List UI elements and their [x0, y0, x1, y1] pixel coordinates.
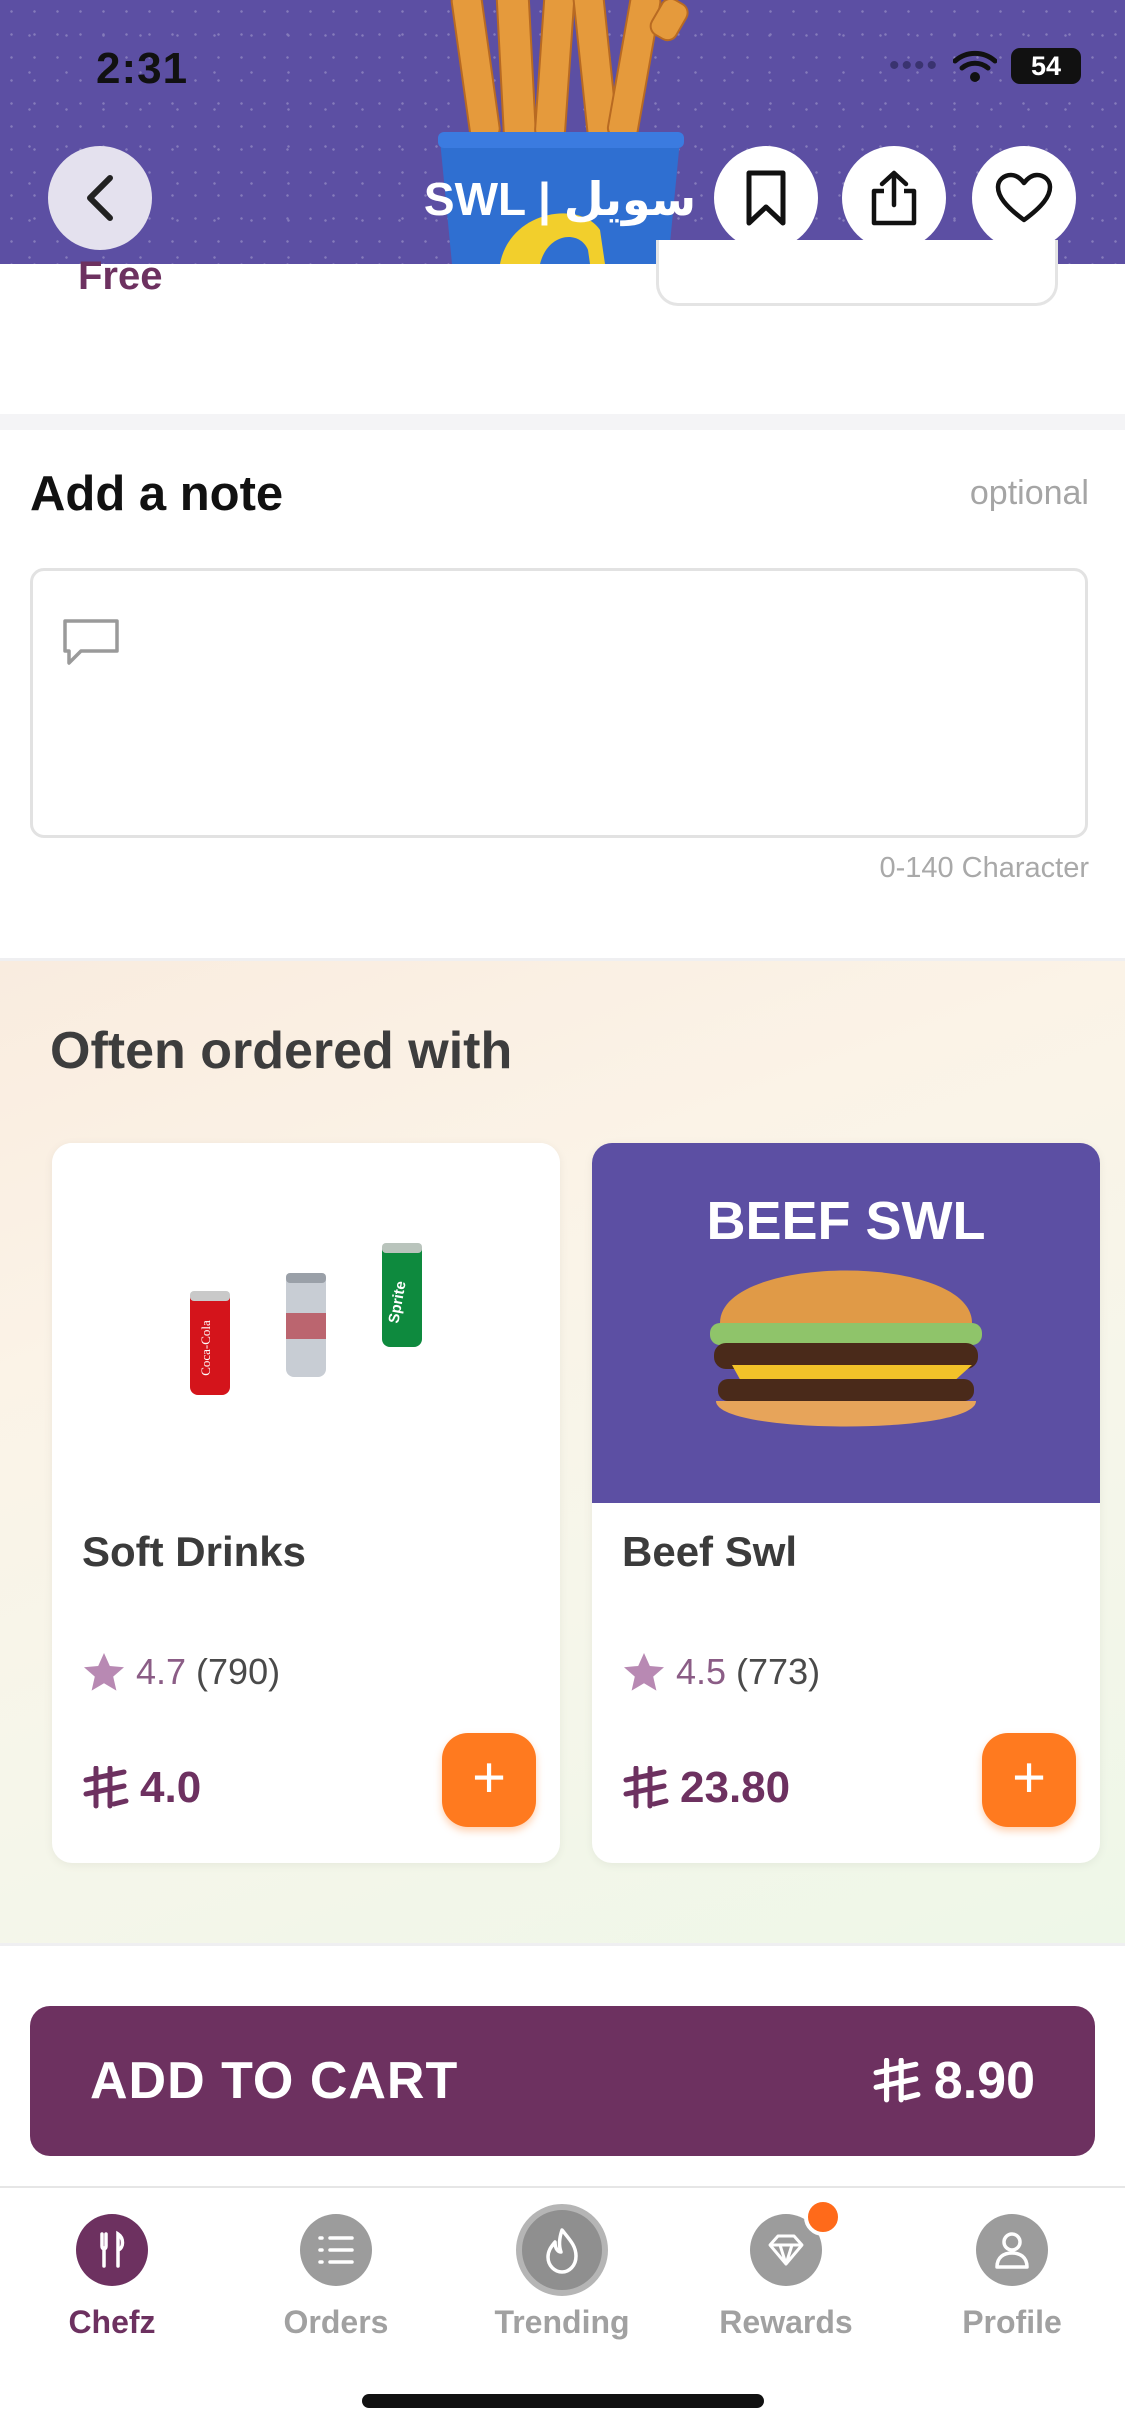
price-value: 23.80 — [680, 1763, 791, 1812]
nav-item-rewards[interactable]: Rewards — [686, 2198, 886, 2341]
status-indicators: •••• 54 — [889, 48, 1081, 84]
add-soft-drinks-button[interactable]: + — [442, 1733, 536, 1827]
rating-value: 4.7 — [136, 1651, 187, 1692]
often-ordered-section: Often ordered with Coca-Cola Sprite Soft… — [0, 958, 1125, 1946]
product-price: 23.80 — [622, 1763, 790, 1813]
star-icon — [624, 1653, 664, 1691]
bookmark-icon — [746, 170, 786, 226]
comment-icon — [63, 619, 119, 665]
beef-swl-image-text: BEEF SWL — [707, 1191, 986, 1251]
status-time: 2:31 — [96, 44, 189, 93]
option-selector-partial[interactable] — [656, 240, 1058, 306]
cart-price-value: 8.90 — [933, 2052, 1035, 2110]
svg-text:Coca-Cola: Coca-Cola — [198, 1320, 213, 1376]
nav-item-profile[interactable]: Profile — [912, 2214, 1112, 2341]
price-value: 4.0 — [140, 1763, 202, 1812]
rewards-notification-dot — [804, 2198, 842, 2236]
star-icon — [84, 1653, 124, 1691]
character-counter: 0-140 Character — [879, 852, 1089, 884]
fork-knife-icon — [76, 2214, 148, 2286]
nav-label: Rewards — [719, 2304, 853, 2340]
product-header: 2:31 •••• 54 SWL | سويل — [0, 0, 1125, 264]
riyal-icon — [623, 1766, 669, 1809]
cart-price: 8.90 — [872, 2051, 1035, 2111]
battery-icon: 54 — [1011, 48, 1081, 84]
section-divider — [0, 414, 1125, 430]
add-to-cart-button[interactable]: ADD TO CART 8.90 — [30, 2006, 1095, 2156]
share-button[interactable] — [842, 146, 946, 250]
note-title: Add a note — [30, 467, 284, 521]
rating-count: (773) — [736, 1651, 821, 1692]
chevron-left-icon — [87, 175, 113, 221]
flame-icon — [516, 2204, 608, 2296]
rating-count: (790) — [196, 1651, 281, 1692]
note-optional-label: optional — [969, 474, 1089, 512]
often-ordered-title: Often ordered with — [50, 1022, 513, 1080]
rating-value: 4.5 — [676, 1651, 727, 1692]
beef-swl-image: BEEF SWL — [592, 1143, 1100, 1503]
person-icon — [976, 2214, 1048, 2286]
favorite-button[interactable] — [972, 146, 1076, 250]
product-card-soft-drinks[interactable]: Coca-Cola Sprite Soft Drinks 4.7 (790) 4… — [52, 1143, 560, 1863]
product-card-beef-swl[interactable]: BEEF SWL Beef Swl 4.5 (773) 23.80 + — [592, 1143, 1100, 1863]
nav-item-orders[interactable]: Orders — [236, 2214, 436, 2341]
product-rating: 4.5 (773) — [622, 1651, 820, 1693]
nav-label: Chefz — [68, 2304, 156, 2340]
product-name: Soft Drinks — [82, 1528, 307, 1575]
home-indicator[interactable] — [362, 2394, 764, 2408]
product-name: Beef Swl — [622, 1528, 798, 1575]
nav-label: Orders — [283, 2304, 389, 2340]
cart-label: ADD TO CART — [90, 2052, 459, 2110]
delivery-fee-label: Free — [78, 254, 163, 298]
note-input[interactable] — [143, 611, 1063, 811]
burger-illustration: BEEF SWL — [707, 1191, 986, 1427]
nav-label: Profile — [962, 2304, 1062, 2340]
diamond-icon — [750, 2198, 842, 2286]
nav-label: Trending — [494, 2304, 630, 2340]
share-icon — [871, 170, 917, 226]
product-rating: 4.7 (790) — [82, 1651, 280, 1693]
note-field[interactable] — [30, 568, 1088, 838]
list-icon — [300, 2214, 372, 2286]
restaurant-title: SWL | سويل — [423, 173, 697, 225]
nav-item-trending[interactable]: Trending — [462, 2204, 662, 2341]
bookmark-button[interactable] — [714, 146, 818, 250]
add-beef-swl-button[interactable]: + — [982, 1733, 1076, 1827]
wifi-icon — [953, 50, 997, 82]
signal-icon: •••• — [888, 49, 939, 82]
soft-drinks-image: Coca-Cola Sprite — [52, 1143, 560, 1503]
nav-item-chefz[interactable]: Chefz — [12, 2214, 212, 2341]
back-button[interactable] — [48, 146, 152, 250]
riyal-icon — [83, 1766, 129, 1809]
riyal-icon — [873, 2058, 921, 2103]
heart-icon — [995, 172, 1053, 223]
product-price: 4.0 — [82, 1763, 201, 1813]
